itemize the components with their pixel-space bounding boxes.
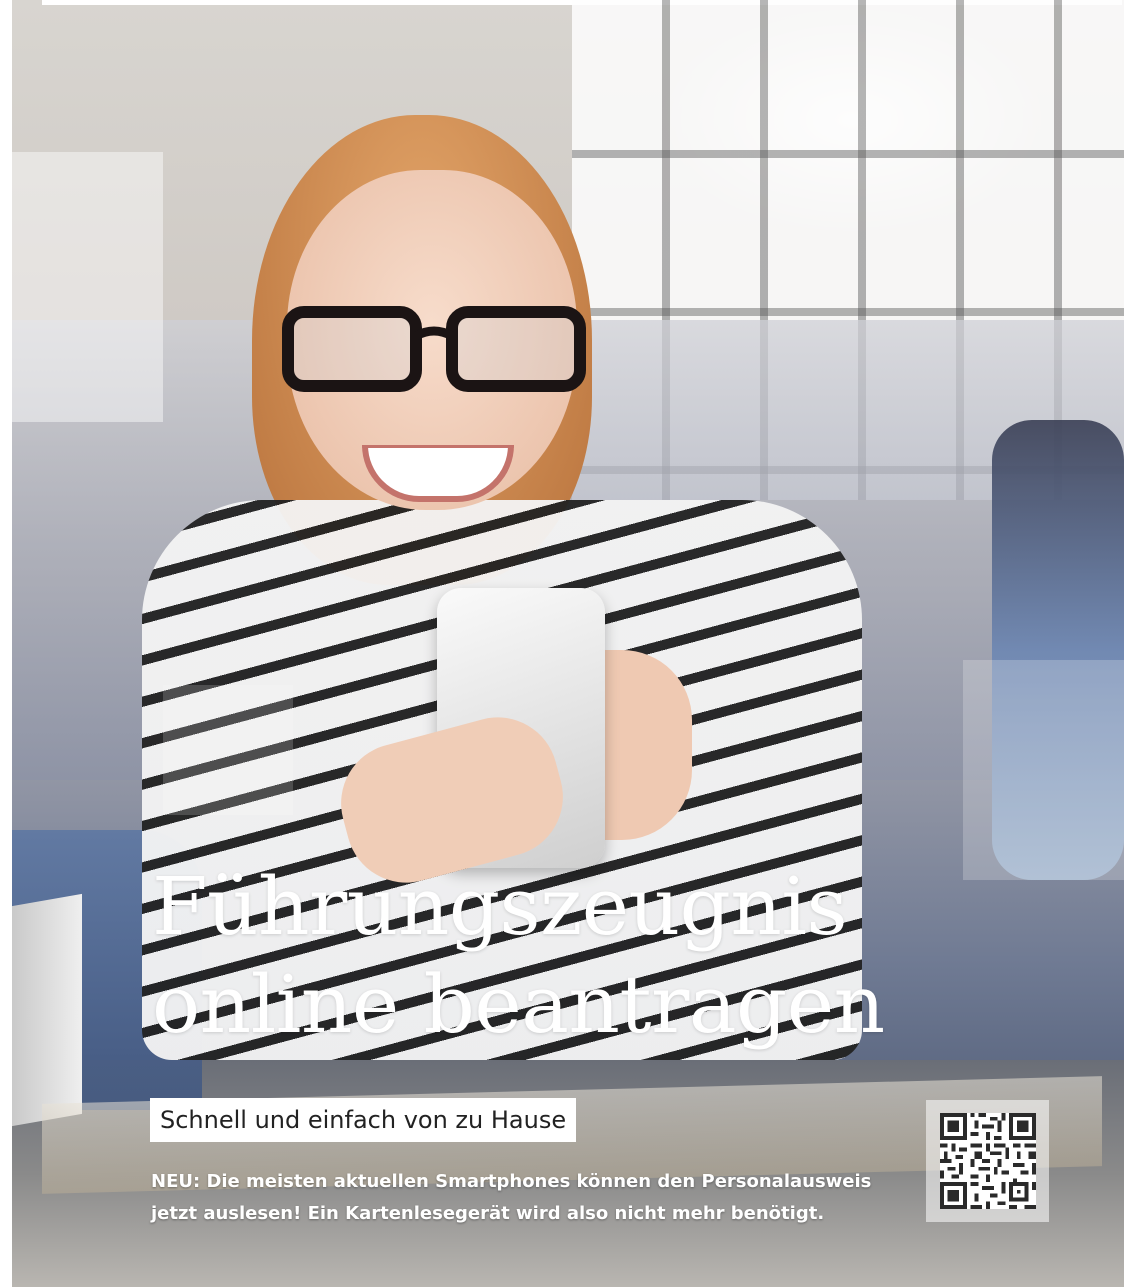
headline: Führungszeugnis online beantragen — [152, 858, 885, 1054]
glasses-icon — [282, 306, 586, 392]
decor-square-middle-left — [163, 685, 293, 815]
laptop-edge — [12, 893, 82, 1127]
qr-code-box[interactable] — [926, 1100, 1049, 1222]
qr-code-icon — [939, 1113, 1036, 1209]
headline-line-1: Führungszeugnis — [152, 860, 847, 953]
poster — [12, 0, 1124, 1287]
subtitle-label: Schnell und einfach von zu Hause — [150, 1098, 577, 1142]
decor-square-right — [963, 660, 1124, 880]
decor-square-top-left — [12, 152, 163, 422]
info-note: NEU: Die meisten aktuellen Smartphones k… — [151, 1171, 872, 1224]
headline-line-2: online beantragen — [152, 958, 885, 1051]
